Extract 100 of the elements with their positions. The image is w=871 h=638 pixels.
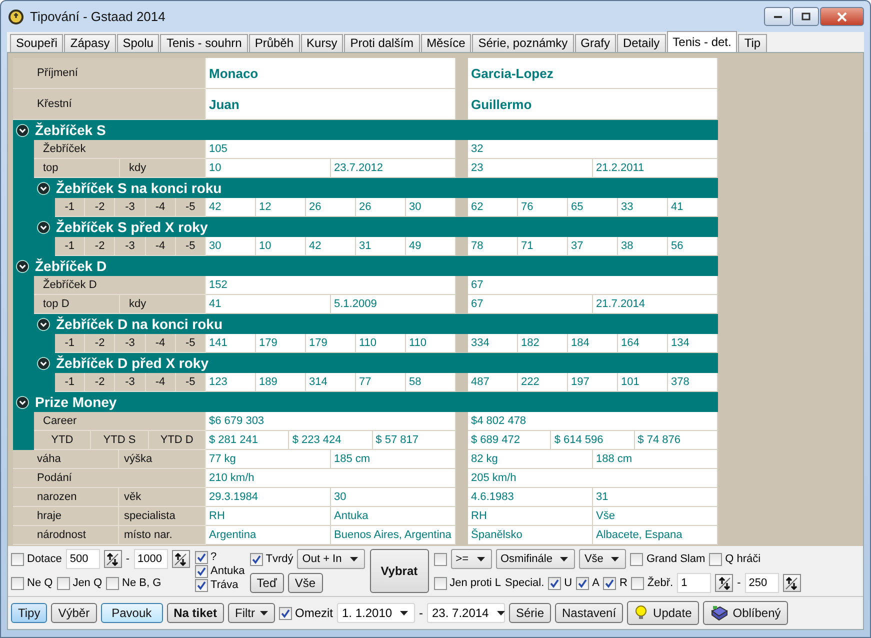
checkbox[interactable] bbox=[278, 606, 292, 620]
close-button[interactable] bbox=[820, 7, 864, 26]
menu-button[interactable]: Filtr bbox=[228, 603, 275, 623]
row-label: YTD D bbox=[148, 431, 206, 450]
favorite-button[interactable]: Oblíbený bbox=[702, 601, 788, 625]
collapse-icon[interactable] bbox=[16, 260, 29, 272]
table-cell: 10 bbox=[256, 237, 306, 256]
table-cell: 23 bbox=[468, 159, 593, 178]
button[interactable]: Teď bbox=[250, 573, 284, 593]
minimize-button[interactable] bbox=[764, 7, 791, 26]
row-label: -2 bbox=[85, 373, 116, 392]
row-label: Žebříček bbox=[34, 140, 206, 159]
row-label: váha bbox=[13, 450, 119, 469]
button[interactable]: Vše bbox=[288, 573, 323, 593]
collapse-icon[interactable] bbox=[37, 220, 50, 234]
table-cell: $ 614 596 bbox=[551, 431, 635, 450]
button[interactable]: Nastavení bbox=[555, 603, 624, 623]
checkbox[interactable] bbox=[194, 578, 208, 592]
button[interactable]: Na tiket bbox=[166, 603, 224, 623]
collapse-icon[interactable] bbox=[37, 318, 50, 330]
row-label: -2 bbox=[85, 198, 116, 217]
checkbox[interactable] bbox=[631, 576, 644, 590]
section-header[interactable]: Žebříček S bbox=[13, 120, 718, 140]
spin-button[interactable] bbox=[782, 574, 801, 592]
input-field[interactable]: 1 bbox=[677, 573, 712, 593]
section-header[interactable]: Žebříček S před X roky bbox=[34, 217, 718, 237]
row-label: -1 bbox=[55, 198, 86, 217]
collapse-icon[interactable] bbox=[16, 396, 29, 408]
section-header[interactable]: Žebříček D na konci roku bbox=[34, 314, 718, 334]
checkbox-label: Žebř. bbox=[647, 577, 674, 589]
toggle-button[interactable]: Tipy bbox=[11, 603, 48, 623]
table-cell: 189 bbox=[256, 373, 306, 392]
tab[interactable]: Kursy bbox=[300, 34, 344, 52]
table-cell: 56 bbox=[668, 237, 718, 256]
checkbox[interactable] bbox=[548, 576, 562, 590]
collapse-icon[interactable] bbox=[37, 356, 50, 370]
tab[interactable]: Tenis - det. bbox=[666, 31, 738, 52]
checkbox[interactable] bbox=[194, 564, 208, 578]
tab[interactable]: Tip bbox=[738, 34, 767, 52]
input-field[interactable]: 500 bbox=[66, 549, 100, 569]
collapse-icon[interactable] bbox=[16, 124, 29, 136]
caret-icon bbox=[560, 556, 568, 562]
table-cell: 26 bbox=[356, 198, 406, 217]
row-label: kdy bbox=[120, 295, 206, 314]
dropdown[interactable]: Vše bbox=[579, 549, 626, 569]
checkbox[interactable] bbox=[603, 576, 616, 590]
table-cell: Španělsko bbox=[468, 526, 593, 545]
table-cell: RH bbox=[206, 507, 331, 526]
tab[interactable]: Proti dalším bbox=[344, 34, 420, 52]
section-header[interactable]: Žebříček D bbox=[13, 256, 718, 276]
checkbox[interactable] bbox=[11, 576, 24, 590]
spin-button[interactable] bbox=[715, 574, 734, 592]
checkbox-label: Dotace bbox=[27, 553, 62, 565]
checkbox[interactable] bbox=[630, 552, 644, 566]
row-label: -4 bbox=[146, 373, 176, 392]
tab[interactable]: Průběh bbox=[248, 34, 300, 52]
collapse-icon[interactable] bbox=[37, 182, 50, 194]
toggle-button[interactable]: Výběr bbox=[51, 603, 97, 623]
tab[interactable]: Měsíce bbox=[420, 34, 472, 52]
section-header[interactable]: Prize Money bbox=[13, 392, 718, 412]
checkbox[interactable] bbox=[434, 552, 447, 566]
tab[interactable]: Detaily bbox=[616, 34, 666, 52]
button[interactable]: Vybrat bbox=[370, 549, 429, 593]
table-cell: 179 bbox=[256, 334, 306, 353]
checkbox[interactable] bbox=[434, 576, 447, 590]
tab[interactable]: Série, poznámky bbox=[472, 34, 574, 52]
checkbox[interactable] bbox=[106, 576, 120, 590]
checkbox-label: U bbox=[564, 577, 572, 589]
checkbox[interactable] bbox=[709, 552, 722, 566]
row-label: Příjmení bbox=[13, 58, 206, 89]
button[interactable]: Pavouk bbox=[100, 603, 163, 623]
row-label: -5 bbox=[176, 198, 206, 217]
input-field[interactable]: 250 bbox=[744, 573, 779, 593]
checkbox[interactable] bbox=[576, 576, 590, 590]
dropdown[interactable]: >= bbox=[450, 549, 492, 569]
checkbox[interactable] bbox=[250, 552, 263, 566]
dropdown[interactable]: Out + In bbox=[297, 549, 365, 569]
maximize-button[interactable] bbox=[792, 7, 819, 26]
tab[interactable]: Zápasy bbox=[64, 34, 116, 52]
button[interactable]: Série bbox=[509, 603, 552, 623]
section-header[interactable]: Žebříček S na konci roku bbox=[34, 178, 718, 198]
spin-button[interactable] bbox=[104, 550, 122, 568]
input-field[interactable]: 1000 bbox=[134, 549, 168, 569]
table-cell: 10 bbox=[206, 159, 331, 178]
checkbox[interactable] bbox=[11, 552, 24, 566]
checkbox[interactable] bbox=[194, 550, 208, 564]
tab[interactable]: Spolu bbox=[116, 34, 160, 52]
spin-button[interactable] bbox=[172, 550, 190, 568]
date-picker[interactable]: 1. 1.2010 bbox=[337, 603, 415, 623]
book-icon bbox=[710, 605, 728, 621]
tab[interactable]: Soupeři bbox=[10, 34, 64, 52]
table-cell: $ 74 876 bbox=[634, 431, 718, 450]
update-button[interactable]: Update bbox=[627, 601, 699, 625]
checkbox[interactable] bbox=[56, 576, 70, 590]
date-picker[interactable]: 23. 7.2014 bbox=[427, 603, 505, 623]
section-header[interactable]: Žebříček D před X roky bbox=[34, 353, 718, 373]
tab[interactable]: Grafy bbox=[574, 34, 616, 52]
dropdown[interactable]: Osmifinále bbox=[496, 549, 576, 569]
table-cell: 205 km/h bbox=[468, 469, 718, 488]
tab[interactable]: Tenis - souhrn bbox=[160, 34, 248, 52]
